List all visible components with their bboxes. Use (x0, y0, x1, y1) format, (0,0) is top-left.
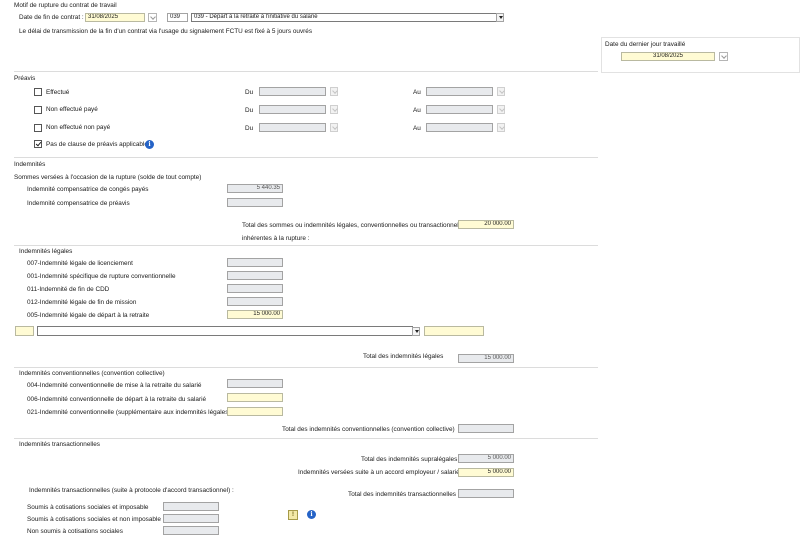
preavis-indemnite-input[interactable] (227, 198, 283, 207)
du-label: Du (245, 125, 254, 132)
total-sommes-label-2: inhérentes à la rupture : (242, 235, 310, 242)
sommes-versees-title: Sommes versées à l'occasion de la ruptur… (14, 174, 202, 181)
protocole-title: Indemnités transactionnelles (suite à pr… (29, 487, 234, 494)
dernier-jour-calendar-button[interactable] (719, 52, 728, 61)
transactionnelles-section-title: Indemnités transactionnelles (19, 441, 100, 448)
conventionnelle-item-label: 004-Indemnité conventionnelle de mise à … (27, 382, 202, 389)
du-label: Du (245, 107, 254, 114)
soumis-imposable-label: Soumis à cotisations sociales et imposab… (27, 504, 149, 511)
preavis-effectue-au-input[interactable] (426, 87, 493, 96)
legale-depart-retraite-input[interactable]: 15 000.00 (227, 310, 283, 319)
preavis-non-effectue-paye-au-calendar-button[interactable] (497, 105, 505, 114)
preavis-effectue-label: Effectué (46, 89, 70, 96)
preavis-non-effectue-paye-du-input[interactable] (259, 105, 326, 114)
motif-dropdown-arrow-icon[interactable] (496, 13, 504, 22)
preavis-non-effectue-paye-checkbox[interactable] (34, 106, 42, 114)
preavis-non-effectue-non-paye-checkbox[interactable] (34, 124, 42, 132)
date-fin-contrat-label: Date de fin de contrat : (19, 14, 84, 21)
soumis-non-imposable-label: Soumis à cotisations sociales et non imp… (27, 516, 161, 523)
preavis-non-effectue-non-paye-label: Non effectué non payé (46, 124, 111, 131)
conventionnelle-mise-retraite-input[interactable] (227, 379, 283, 388)
conventionnelle-item-label: 006-Indemnité conventionnelle de départ … (27, 396, 207, 403)
autre-code-input[interactable] (15, 326, 34, 336)
fctu-notice: Le délai de transmission de la fin d'un … (19, 28, 313, 35)
divider (14, 438, 598, 439)
dernier-jour-input[interactable]: 31/08/2025 (621, 52, 715, 61)
non-soumis-input[interactable] (163, 526, 219, 535)
du-label: Du (245, 89, 254, 96)
preavis-non-effectue-non-paye-du-calendar-button[interactable] (330, 123, 338, 132)
au-label: Au (413, 89, 421, 96)
divider (14, 367, 598, 368)
non-soumis-label: Non soumis à cotisations sociales (27, 528, 123, 535)
supralegales-input[interactable]: 5 000.00 (458, 454, 514, 463)
legale-item-label: 007-Indemnité légale de licenciement (27, 260, 133, 267)
conventionnelles-section-title: Indemnités conventionnelles (convention … (19, 370, 165, 377)
preavis-non-effectue-non-paye-au-calendar-button[interactable] (497, 123, 505, 132)
pas-de-clause-label: Pas de clause de préavis applicable (46, 141, 148, 148)
dernier-jour-label: Date du dernier jour travaillé (605, 41, 686, 48)
motif-section-title: Motif de rupture du contrat de travail (14, 2, 117, 9)
autre-indemnite-montant-input[interactable] (424, 326, 484, 336)
au-label: Au (413, 125, 421, 132)
total-legales-label: Total des indemnités légales (363, 353, 444, 360)
total-sommes-label: Total des sommes ou indemnités légales, … (242, 222, 467, 229)
au-label: Au (413, 107, 421, 114)
preavis-effectue-du-calendar-button[interactable] (330, 87, 338, 96)
conventionnelle-depart-retraite-input[interactable] (227, 393, 283, 402)
preavis-non-effectue-paye-label: Non effectué payé (46, 106, 98, 113)
preavis-indemnite-label: Indemnité compensatrice de préavis (27, 200, 130, 207)
accord-label: Indemnités versées suite à un accord emp… (298, 469, 460, 476)
info-icon[interactable]: i (307, 510, 316, 519)
legale-rupture-conventionnelle-input[interactable] (227, 271, 283, 280)
divider (14, 157, 598, 158)
conges-payes-input[interactable]: 5 440.35 (227, 184, 283, 193)
preavis-effectue-du-input[interactable] (259, 87, 326, 96)
preavis-effectue-checkbox[interactable] (34, 88, 42, 96)
legale-fin-cdd-input[interactable] (227, 284, 283, 293)
total-legales-input[interactable]: 15 000.00 (458, 354, 514, 363)
warning-icon[interactable]: ! (288, 510, 298, 520)
total-conventionnelles-input[interactable] (458, 424, 514, 433)
motif-code-input[interactable]: 039 (167, 13, 188, 22)
legale-item-label: 012-Indemnité légale de fin de mission (27, 299, 137, 306)
soumis-non-imposable-input[interactable] (163, 514, 219, 523)
total-conventionnelles-label: Total des indemnités conventionnelles (c… (282, 426, 455, 433)
accord-input[interactable]: 5 000.00 (458, 468, 514, 477)
legale-item-label: 011-Indemnité de fin de CDD (27, 286, 110, 293)
info-icon[interactable]: i (145, 140, 154, 149)
preavis-non-effectue-paye-au-input[interactable] (426, 105, 493, 114)
divider (14, 245, 598, 246)
preavis-non-effectue-non-paye-du-input[interactable] (259, 123, 326, 132)
preavis-non-effectue-paye-du-calendar-button[interactable] (330, 105, 338, 114)
legale-item-label: 005-Indemnité légale de départ à la retr… (27, 312, 150, 319)
legale-fin-mission-input[interactable] (227, 297, 283, 306)
preavis-non-effectue-non-paye-au-input[interactable] (426, 123, 493, 132)
total-sommes-input[interactable]: 20 000.00 (458, 220, 514, 229)
total-transactionnelles-input[interactable] (458, 489, 514, 498)
indemnites-section-title: Indemnités (14, 161, 46, 168)
supralegales-label: Total des indemnités supralégales (361, 456, 458, 463)
preavis-effectue-au-calendar-button[interactable] (497, 87, 505, 96)
conventionnelle-supplementaire-input[interactable] (227, 407, 283, 416)
divider (14, 71, 598, 72)
legale-licenciement-input[interactable] (227, 258, 283, 267)
date-fin-contrat-input[interactable]: 31/08/2025 (85, 13, 145, 22)
motif-select[interactable]: 039 - Départ à la retraite à l'initiativ… (191, 13, 497, 22)
autre-indemnite-dropdown-arrow-icon[interactable] (412, 327, 420, 336)
preavis-section-title: Préavis (14, 75, 36, 82)
total-transactionnelles-label: Total des indemnités transactionnelles (348, 491, 456, 498)
date-fin-calendar-button[interactable] (148, 13, 157, 22)
autre-indemnite-select[interactable] (37, 326, 413, 336)
legale-item-label: 001-Indemnité spécifique de rupture conv… (27, 273, 176, 280)
conventionnelle-item-label: 021-Indemnité conventionnelle (supplémen… (27, 409, 231, 416)
pas-de-clause-checkbox[interactable] (34, 140, 42, 148)
soumis-imposable-input[interactable] (163, 502, 219, 511)
legales-section-title: Indemnités légales (19, 248, 73, 255)
conges-payes-label: Indemnité compensatrice de congés payés (27, 186, 149, 193)
